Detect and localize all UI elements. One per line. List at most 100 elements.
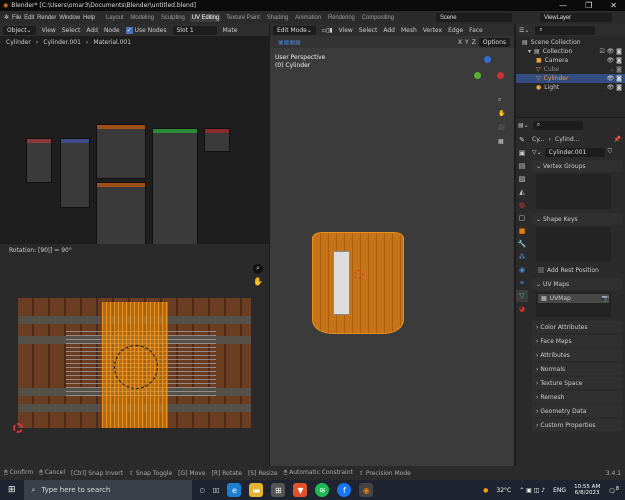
pin-icon[interactable]: 📌 [614, 136, 625, 143]
collection-row[interactable]: ▾ ▤ Collection ☑ 👁 ◙ [516, 47, 625, 56]
mirror-x-toggle[interactable]: X [458, 39, 462, 46]
pan-hand-icon[interactable]: ✋ [253, 277, 263, 286]
node-menu-add[interactable]: Add [86, 27, 98, 34]
tab-shading[interactable]: Shading [265, 14, 290, 22]
visibility-icon[interactable]: 👁 ◙ [607, 84, 625, 91]
panel-color-attributes[interactable]: › Color Attributes [532, 321, 622, 333]
object-tab-icon[interactable]: ■ [516, 225, 528, 237]
selected-cylinder-mesh[interactable] [312, 232, 404, 334]
uv-maps-list[interactable]: ▦ UVMap 📷 [536, 292, 611, 317]
panel-normals[interactable]: › Normals [532, 363, 622, 375]
panel-vertex-groups[interactable]: ⌄ Vertex Groups [532, 160, 622, 172]
edge-icon[interactable]: e [227, 483, 242, 497]
outliner-item-cylinder[interactable]: ▽ Cylinder 👁 ◙ [516, 74, 625, 83]
physics-tab-icon[interactable]: ◉ [516, 264, 528, 276]
render-camera-icon[interactable]: 📷 [602, 295, 609, 302]
shape-keys-list[interactable] [536, 227, 611, 262]
zoom-icon[interactable]: ⌕ [253, 264, 263, 274]
modifier-tab-icon[interactable]: 🔧 [516, 238, 528, 250]
node-material-output[interactable] [204, 128, 230, 152]
mirror-z-toggle[interactable]: Z [472, 39, 476, 46]
panel-custom-properties[interactable]: › Custom Properties [532, 419, 622, 431]
menu-render[interactable]: Render [37, 15, 56, 21]
outliner-item-camera[interactable]: ■ Camera 👁 ◙ [516, 56, 625, 65]
outliner-item-cube[interactable]: ▽ Cube ⌄ ◙ [516, 65, 625, 74]
render-tab-icon[interactable]: ▣ [516, 147, 528, 159]
mirror-y-toggle[interactable]: Y [465, 39, 469, 46]
panel-shape-keys[interactable]: ⌄ Shape Keys [532, 213, 622, 225]
panel-remesh[interactable]: › Remesh [532, 391, 622, 403]
taskbar-search[interactable]: ⌕ Type here to search [23, 480, 192, 500]
viewport-menu-select[interactable]: Select [359, 27, 378, 34]
world-tab-icon[interactable]: ◍ [516, 199, 528, 211]
vertex-select-icon[interactable]: ▫▯▮ [322, 27, 333, 34]
camera-view-icon[interactable]: 🎥 [498, 124, 505, 131]
node-menu-node[interactable]: Node [104, 27, 120, 34]
viewport-menu-view[interactable]: View [339, 27, 353, 34]
fake-user-icon[interactable]: ⛉ [608, 148, 613, 156]
particles-tab-icon[interactable]: ⁂ [516, 251, 528, 263]
visibility-icon[interactable]: ⌄ ◙ [609, 66, 625, 73]
viewport-menu-face[interactable]: Face [469, 27, 483, 34]
viewport-menu-add[interactable]: Add [383, 27, 395, 34]
transform-pivot-icon[interactable]: ▣▦▦▦ [278, 39, 301, 46]
tab-modeling[interactable]: Modeling [128, 14, 156, 22]
spotify-icon[interactable]: ≋ [315, 483, 330, 497]
visibility-icon[interactable]: 👁 ◙ [607, 75, 625, 82]
menu-help[interactable]: Help [83, 15, 95, 21]
tab-sculpting[interactable]: Sculpting [159, 14, 187, 22]
vertex-groups-list[interactable] [536, 174, 611, 209]
cortana-icon[interactable]: ○ [200, 487, 205, 494]
tab-texture-paint[interactable]: Texture Paint [224, 14, 262, 22]
windows-start-icon[interactable]: ⊞ [0, 485, 16, 495]
use-nodes-checkbox[interactable]: ✓ Use Nodes [125, 26, 167, 34]
properties-search[interactable]: ⌕ [532, 120, 583, 130]
task-view-icon[interactable]: ▯▯ [213, 487, 220, 494]
brave-icon[interactable]: ▼ [293, 483, 308, 497]
visibility-icon[interactable]: ☑ 👁 ◙ [599, 48, 625, 55]
options-dropdown[interactable]: Options [478, 37, 510, 47]
view-layer-selector[interactable]: ViewLayer [540, 13, 612, 22]
outliner-search[interactable]: ⌕ [535, 25, 596, 35]
navigation-gizmo[interactable] [470, 56, 506, 92]
panel-texture-space[interactable]: › Texture Space [532, 377, 622, 389]
node-mapping[interactable] [60, 138, 90, 208]
scene-selector[interactable]: Scene [436, 13, 512, 22]
node-menu-select[interactable]: Select [62, 27, 81, 34]
viewport-menu-edge[interactable]: Edge [448, 27, 463, 34]
edit-mode-dropdown[interactable]: Edit Mode ⌄ [273, 25, 316, 35]
zoom-icon[interactable]: ⌕ [498, 96, 501, 104]
tray-icons[interactable]: ⌃ ▣ ◫ ♪ [519, 487, 545, 494]
store-icon[interactable]: ⊞ [271, 483, 286, 497]
visibility-icon[interactable]: 👁 ◙ [607, 57, 625, 64]
uv-editor[interactable]: Rotation: [90|] = 90° ⌕ ✋ [0, 244, 269, 466]
notifications-icon[interactable]: 🗨8 [608, 486, 625, 495]
menu-file[interactable]: File [12, 15, 21, 21]
tab-rendering[interactable]: Rendering [326, 14, 357, 22]
pan-hand-icon[interactable]: ✋ [498, 110, 505, 117]
maximize-button[interactable]: ❐ [585, 1, 592, 10]
output-tab-icon[interactable]: ▤ [516, 160, 528, 172]
material-tab-icon[interactable]: ◕ [516, 303, 528, 315]
node-image-texture[interactable] [96, 124, 146, 179]
file-explorer-icon[interactable]: ▬ [249, 483, 264, 497]
menu-edit[interactable]: Edit [24, 15, 34, 21]
close-button[interactable]: ✕ [610, 1, 617, 10]
scene-collection-row[interactable]: ▤ Scene Collection [516, 38, 625, 47]
panel-face-maps[interactable]: › Face Maps [532, 335, 622, 347]
blender-menu-icon[interactable]: ✲ [4, 14, 9, 21]
panel-attributes[interactable]: › Attributes [532, 349, 622, 361]
slot-dropdown[interactable]: Slot 1 [172, 25, 217, 35]
uv-texture-canvas[interactable] [18, 298, 251, 428]
mesh-data-tab-icon[interactable]: ▽ [516, 290, 528, 302]
material-selector[interactable]: Mate [223, 27, 238, 34]
node-menu-view[interactable]: View [42, 27, 56, 34]
panel-uv-maps[interactable]: ⌄ UV Maps [532, 278, 622, 290]
grid-icon[interactable]: ▦ [498, 138, 504, 145]
3d-viewport[interactable]: Edit Mode ⌄ ▫▯▮ View Select Add Mesh Ver… [270, 24, 514, 466]
mesh-name-field[interactable]: Cylinder.001 [544, 147, 605, 157]
uv-map-item[interactable]: ▦ UVMap 📷 [538, 294, 609, 303]
panel-geometry-data[interactable]: › Geometry Data [532, 405, 622, 417]
scene-tab-icon[interactable]: ◭ [516, 186, 528, 198]
editor-type-icon[interactable]: ▤⌄ [518, 122, 529, 129]
